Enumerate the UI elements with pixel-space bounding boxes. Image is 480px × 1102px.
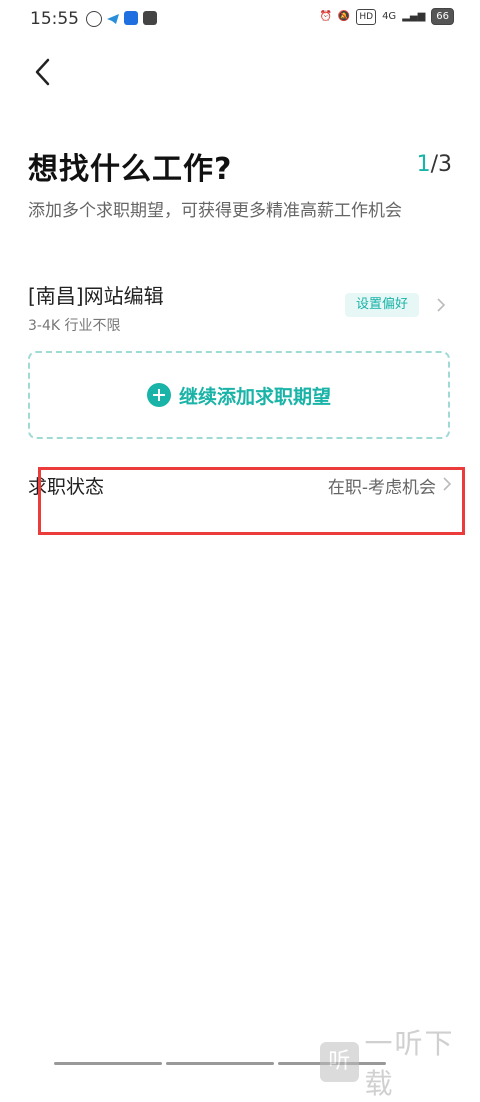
- add-expectation-button[interactable]: 继续添加求职期望: [28, 351, 450, 439]
- message-icon: [143, 11, 157, 25]
- telegram-icon: [106, 11, 120, 25]
- step-current: 1: [417, 152, 431, 177]
- status-right-icons: ⏰ 🔕 HD 4G ▂▄▆ 66: [319, 8, 454, 25]
- mute-icon: 🔕: [338, 11, 350, 22]
- set-preference-button[interactable]: 设置偏好: [345, 293, 419, 317]
- nav-bar-segment: [166, 1062, 274, 1065]
- watermark-logo: 听: [320, 1042, 359, 1082]
- signal-icon: 4G: [382, 11, 396, 22]
- highlight-box: [38, 467, 465, 535]
- signal-bars-icon: ▂▄▆: [402, 11, 425, 22]
- plus-circle-icon: [147, 383, 171, 407]
- expectation-title: [南昌]网站编辑: [28, 280, 164, 309]
- app-k-icon: [86, 11, 102, 27]
- nav-bar-segment: [54, 1062, 162, 1065]
- alarm-icon: ⏰: [319, 11, 331, 22]
- page-subtitle: 添加多个求职期望，可获得更多精准高薪工作机会: [28, 196, 402, 221]
- expectation-detail: 3-4K 行业不限: [28, 315, 121, 335]
- battery-icon: 66: [431, 8, 454, 25]
- hd-icon: HD: [356, 9, 376, 25]
- back-button[interactable]: [30, 52, 60, 92]
- back-arrow-icon: [30, 52, 60, 92]
- zhihu-icon: [124, 11, 138, 25]
- add-expectation-label: 继续添加求职期望: [179, 382, 331, 409]
- page-title: 想找什么工作?: [28, 144, 232, 188]
- status-time: 15:55: [30, 9, 79, 29]
- step-indicator: 1/3: [417, 152, 452, 177]
- step-total: /3: [431, 152, 452, 177]
- chevron-right-icon: [436, 297, 446, 313]
- watermark-text: 一听下载: [365, 1022, 480, 1102]
- watermark: 听 一听下载: [320, 1022, 480, 1102]
- expectation-item[interactable]: [南昌]网站编辑 3-4K 行业不限 设置偏好: [0, 270, 480, 336]
- status-bar: 15:55 ⏰ 🔕 HD 4G ▂▄▆ 66: [0, 0, 480, 38]
